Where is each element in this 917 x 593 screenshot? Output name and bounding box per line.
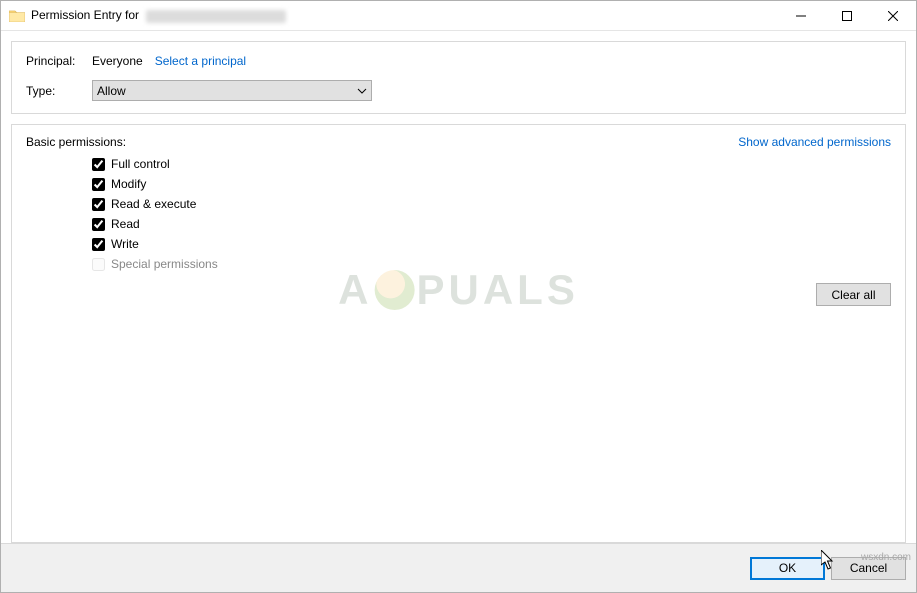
content-area: Principal: Everyone Select a principal T… (1, 31, 916, 543)
permission-checkbox[interactable] (92, 158, 105, 171)
permission-checkbox[interactable] (92, 218, 105, 231)
permission-checkbox[interactable] (92, 198, 105, 211)
permission-checkbox (92, 258, 105, 271)
permission-label: Modify (111, 177, 146, 191)
permission-item[interactable]: Write (92, 237, 891, 251)
window-title: Permission Entry for (31, 8, 286, 22)
folder-icon (9, 9, 25, 22)
type-select[interactable]: Allow (92, 80, 372, 101)
principal-panel: Principal: Everyone Select a principal T… (11, 41, 906, 114)
type-select-value: Allow (97, 84, 126, 98)
bottom-bar: OK Cancel (1, 543, 916, 592)
principal-value: Everyone (92, 54, 143, 68)
close-button[interactable] (870, 1, 916, 31)
show-advanced-permissions-link[interactable]: Show advanced permissions (738, 135, 891, 149)
type-label: Type: (26, 84, 92, 98)
chevron-down-icon (357, 86, 367, 96)
clear-all-button[interactable]: Clear all (816, 283, 891, 306)
permission-checkbox[interactable] (92, 178, 105, 191)
permission-label: Write (111, 237, 139, 251)
permission-item[interactable]: Modify (92, 177, 891, 191)
basic-permissions-label: Basic permissions: (26, 135, 126, 149)
permission-checkbox[interactable] (92, 238, 105, 251)
permission-item[interactable]: Full control (92, 157, 891, 171)
titlebar: Permission Entry for (1, 1, 916, 31)
maximize-button[interactable] (824, 1, 870, 31)
window: Permission Entry for Principal: Everyone… (0, 0, 917, 593)
permission-label: Read (111, 217, 140, 231)
permission-item: Special permissions (92, 257, 891, 271)
permission-label: Full control (111, 157, 170, 171)
principal-label: Principal: (26, 54, 92, 68)
permission-label: Read & execute (111, 197, 196, 211)
minimize-button[interactable] (778, 1, 824, 31)
permission-item[interactable]: Read (92, 217, 891, 231)
permission-item[interactable]: Read & execute (92, 197, 891, 211)
principal-row: Principal: Everyone Select a principal (26, 54, 891, 68)
cancel-button[interactable]: Cancel (831, 557, 906, 580)
ok-button[interactable]: OK (750, 557, 825, 580)
permissions-panel: Basic permissions: Show advanced permiss… (11, 124, 906, 543)
type-row: Type: Allow (26, 80, 891, 101)
permission-label: Special permissions (111, 257, 218, 271)
select-principal-link[interactable]: Select a principal (155, 54, 246, 68)
window-title-prefix: Permission Entry for (31, 8, 139, 22)
window-title-target-redacted (146, 10, 286, 23)
permissions-list: Full control Modify Read & execute Read Writ… (92, 157, 891, 271)
